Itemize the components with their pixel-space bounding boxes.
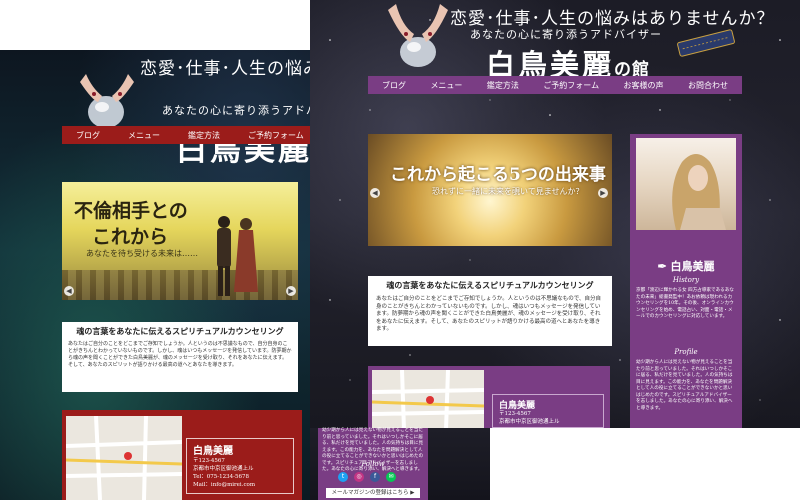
nav-item-method[interactable]: 鑑定方法 (174, 130, 234, 141)
walking-couple-image (217, 216, 258, 296)
slide-caption: あなたを待ち受ける未来は…… (86, 249, 198, 258)
line-icon[interactable]: ✉ (386, 472, 396, 482)
nav-item-reservation[interactable]: ご予約フォーム (234, 130, 310, 141)
slider-prev-arrow-icon[interactable]: ◀ (64, 286, 74, 296)
nav-item-blog[interactable]: ブログ (62, 130, 114, 141)
nav-item-method[interactable]: 鑑定方法 (487, 80, 519, 91)
back-main-nav: ブログ メニュー 鑑定方法 ご予約フォーム (62, 126, 310, 144)
header-adviser-subtitle: あなたの心に寄り添うアドバイザー (162, 104, 310, 117)
front-access-info: 白鳥美麗 〒123-4567 京都市中京区御池通上ル (368, 366, 610, 428)
sidebar-name: ✒ 白鳥美麗 (657, 260, 715, 273)
access-map[interactable] (65, 415, 183, 500)
twitter-icon[interactable]: t (338, 472, 348, 482)
header-tagline: 恋愛･仕事･人生の悩みはありませんか？ (140, 59, 310, 79)
nav-item-reservation[interactable]: ご予約フォーム (543, 80, 599, 91)
nav-item-blog[interactable]: ブログ (382, 80, 406, 91)
article-body: あなたはご自分のことをどこまでご存知でしょうか。人というのは不思議なもので、自分… (68, 341, 292, 368)
slide-title-line2: これから (92, 226, 169, 248)
nav-item-menu[interactable]: メニュー (114, 130, 174, 141)
history-heading: History (672, 276, 700, 284)
front-main-nav: ブログ メニュー 鑑定方法 ご予約フォーム お客様の声 お問合わせ (368, 76, 742, 94)
social-icons: t ◎ f ✉ (338, 472, 396, 482)
article-title: 魂の言葉をあなたに伝えるスピリチュアルカウンセリング (386, 280, 594, 290)
slide-title-line1: 不倫相手との (74, 200, 188, 222)
back-access-info: 白鳥美麗 〒123-4567 京都市中京区御池通上ル Tel：075-1234-… (62, 410, 302, 500)
nav-item-contact[interactable]: お問合わせ (688, 80, 728, 91)
contact-address: 京都市中京区御池通上ル (193, 466, 254, 472)
profile-heading: Profile (674, 348, 698, 356)
profile-sidebar: ✒ 白鳥美麗 History 京都「渡辺に輝かれる女 四方占導家であるあなたの未… (630, 134, 742, 428)
access-map[interactable] (371, 369, 485, 428)
sidebar-follow-section: 幼少期から人には見えない物が見えることを当たり前と思っていました。それはいつしか… (318, 428, 428, 500)
facebook-icon[interactable]: f (370, 472, 380, 482)
article-title: 魂の言葉をあなたに伝えるスピリチュアルカウンセリング (76, 326, 284, 336)
follow-heading: Follow (361, 460, 385, 468)
contact-box: 白鳥美麗 〒123-4567 京都市中京区御池通上ル Tel：075-1234-… (186, 438, 294, 494)
contact-mail: Mail：info@mirei.com (193, 482, 256, 488)
contact-postal: 〒123-4567 (193, 458, 225, 464)
profile-text: 幼少期から人には見えない物が見えることを当たり前と思っていました。それはいつしか… (636, 360, 733, 411)
front-hero-slider[interactable]: これから起こる5つの出来事 恐れずに一緒に未来を覗いて見ませんか？ (368, 134, 612, 246)
front-page-screenshot: 恋愛･仕事･人生の悩みはありませんか？ あなたの心に寄り添うアドバイザー 白鳥美… (310, 0, 800, 428)
slider-next-arrow-icon[interactable]: ▶ (598, 188, 608, 198)
front-intro-article: 魂の言葉をあなたに伝えるスピリチュアルカウンセリング あなたはご自分のことをどこ… (368, 276, 612, 346)
header-adviser-subtitle: あなたの心に寄り添うアドバイザー (470, 28, 662, 41)
slide-subtitle: 恐れずに一緒に未来を覗いて見ませんか？ (432, 187, 584, 196)
article-body: あなたはご自分のことをどこまでご存知でしょうか。人というのは不思議なもので、自分… (376, 296, 602, 332)
contact-name: 白鳥美麗 (499, 401, 536, 411)
history-text: 京都「渡辺に輝かれる女 四方占導家であるあなたの未来」総書発監中！あお依頼は現わ… (636, 288, 734, 319)
back-intro-article: 魂の言葉をあなたに伝えるスピリチュアルカウンセリング あなたはご自分のことをどこ… (62, 322, 298, 392)
nav-item-menu[interactable]: メニュー (430, 80, 462, 91)
contact-postal: 〒123-4567 (499, 411, 531, 417)
slider-next-arrow-icon[interactable]: ▶ (286, 286, 296, 296)
back-page-screenshot: 恋愛･仕事･人生の悩みはありませんか？ あなたの心に寄り添うアドバイザー 白鳥美… (0, 50, 310, 500)
slide-title: これから起こる5つの出来事 (390, 165, 606, 185)
crystal-ball-hands-image (80, 74, 134, 128)
contact-name: 白鳥美麗 (193, 446, 233, 457)
back-hero-slider[interactable]: 不倫相手との これから あなたを待ち受ける未来は…… (62, 182, 298, 300)
crystal-ball-hands-image (388, 4, 448, 67)
slider-prev-arrow-icon[interactable]: ◀ (370, 188, 380, 198)
contact-box: 白鳥美麗 〒123-4567 京都市中京区御池通上ル (492, 394, 604, 428)
contact-address: 京都市中京区御池通上ル (499, 418, 560, 425)
contact-tel: Tel：075-1234-5678 (193, 474, 249, 480)
nav-item-testimonials[interactable]: お客様の声 (624, 80, 664, 91)
mail-magazine-button[interactable]: メールマガジンの登録はこちら ▶ (326, 488, 420, 498)
profile-photo (636, 138, 736, 230)
blank-area (490, 428, 800, 500)
instagram-icon[interactable]: ◎ (354, 472, 364, 482)
tarot-cards-image (677, 29, 735, 57)
